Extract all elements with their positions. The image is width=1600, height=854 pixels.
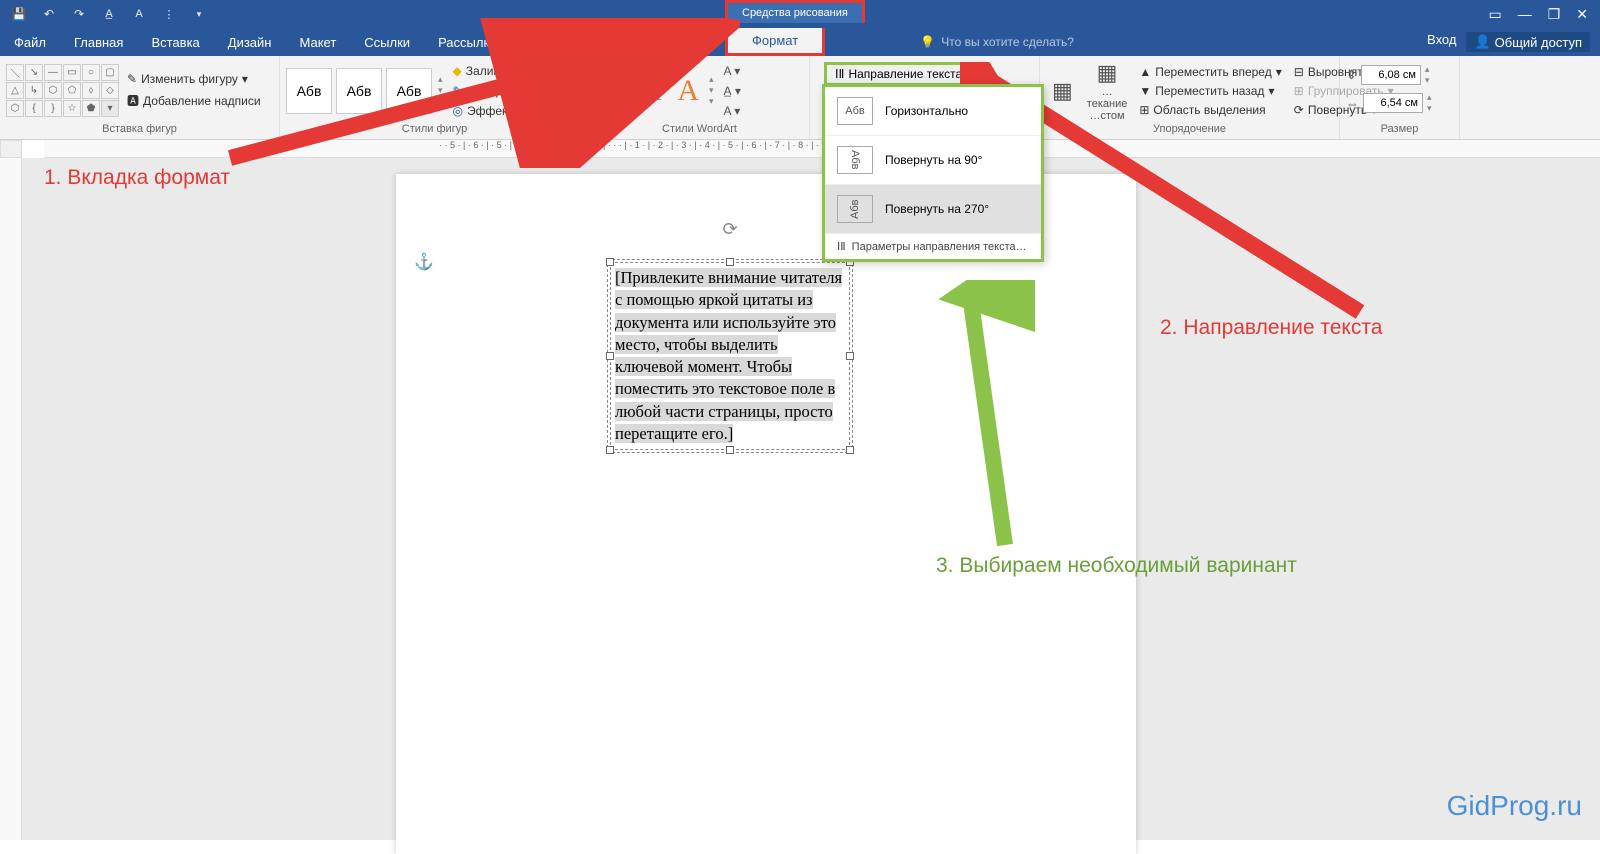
group-label-wordart: Стили WordArt (596, 123, 803, 137)
resize-handle[interactable] (726, 446, 734, 454)
save-icon[interactable]: 💾 (8, 3, 30, 25)
close-icon[interactable]: ✕ (1576, 6, 1588, 23)
annotation-2: 2. Направление текста (1152, 312, 1390, 344)
options-icon: ⅠⅡ (837, 240, 846, 253)
resize-handle[interactable] (606, 352, 614, 360)
shape-fill-button[interactable]: ◆Заливка фи… (449, 62, 582, 80)
width-icon: ⇔ (1346, 96, 1359, 111)
shape-style-preset[interactable]: Абв (286, 68, 332, 114)
maximize-icon[interactable]: ❐ (1548, 6, 1561, 23)
rotate-handle-icon[interactable]: ⟳ (722, 219, 737, 240)
tab-design[interactable]: Дизайн (214, 28, 286, 56)
qat-icon[interactable]: ⋮ (158, 3, 180, 25)
tell-me-search[interactable]: 💡 Что вы хотите сделать? (920, 35, 1074, 49)
text-effects-button[interactable]: A ▾ (724, 104, 741, 118)
minimize-icon[interactable]: — (1518, 6, 1532, 23)
shape-outline-button[interactable]: ✎…игуры ▾ (449, 82, 582, 100)
chevron-down-icon: ▾ (966, 69, 971, 80)
group-label-arrange: Упорядочение (1046, 123, 1333, 137)
qat-icon[interactable]: A̲ (98, 3, 120, 25)
context-tab-drawing-tools[interactable]: Средства рисования (725, 0, 865, 23)
shape-style-preset[interactable]: Абв (336, 68, 382, 114)
wordart-preset[interactable]: A (596, 74, 630, 108)
bring-forward-button[interactable]: ▲ Переместить вперед ▾ (1135, 63, 1285, 81)
tab-insert[interactable]: Вставка (137, 28, 213, 56)
wrap-text-icon[interactable]: ▦ (1097, 60, 1118, 86)
resize-handle[interactable] (606, 446, 614, 454)
ribbon-display-icon[interactable]: ▭ (1488, 6, 1501, 23)
text-direction-icon: ⅠⅡ (835, 67, 844, 81)
text-direction-horizontal[interactable]: Абв Горизонтально (825, 87, 1041, 136)
qat-icon[interactable]: A (128, 3, 150, 25)
text-fill-button[interactable]: A ▾ (724, 64, 741, 78)
shape-effects-button[interactable]: ◎Эффекты фигуры ▾ (449, 102, 582, 120)
resize-handle[interactable] (606, 258, 614, 266)
edit-shape-button[interactable]: ✎Изменить фигуру ▾ (123, 70, 265, 88)
add-caption-button[interactable]: 🅰Добавление надписи (123, 90, 265, 111)
ruler-corner (0, 140, 22, 158)
tab-layout[interactable]: Макет (285, 28, 350, 56)
undo-icon[interactable]: ↶ (38, 3, 60, 25)
redo-icon[interactable]: ↷ (68, 3, 90, 25)
ribbon: ＼↘—▭○▢ △↳⬡⬠⬨◇ ⬡{}☆⬟▾ ✎Изменить фигуру ▾ … (0, 56, 1600, 140)
send-backward-button[interactable]: ▼ Переместить назад ▾ (1135, 82, 1285, 100)
text-direction-button[interactable]: ⅠⅡ Направление текста ▾ (824, 62, 982, 86)
width-input[interactable] (1363, 93, 1423, 113)
sign-in-link[interactable]: Вход (1427, 32, 1456, 52)
watermark: GidProg.ru (1447, 790, 1582, 822)
share-icon: 👤 (1474, 34, 1490, 50)
textbox-icon: 🅰 (127, 92, 139, 109)
quick-access-toolbar: 💾 ↶ ↷ A̲ A ⋮ ▾ (0, 3, 210, 25)
shape-style-preset[interactable]: Абв (386, 68, 432, 114)
lightbulb-icon: 💡 (920, 35, 935, 49)
page[interactable]: ⚓ ⟳ [Привлеките внимание читателя с помо… (396, 174, 1136, 854)
resize-handle[interactable] (846, 352, 854, 360)
qat-more-icon[interactable]: ▾ (188, 3, 210, 25)
text-direction-rotate-270[interactable]: Абв Повернуть на 270° (825, 185, 1041, 234)
document-area: ⚓ ⟳ [Привлеките внимание читателя с помо… (22, 158, 1600, 840)
shapes-gallery[interactable]: ＼↘—▭○▢ △↳⬡⬠⬨◇ ⬡{}☆⬟▾ (6, 64, 119, 117)
text-direction-menu: Абв Горизонтально Абв Повернуть на 90° А… (822, 84, 1044, 262)
text-direction-options[interactable]: ⅠⅡ Параметры направления текста… (825, 234, 1041, 259)
wordart-preset[interactable]: A (671, 74, 705, 108)
tab-mailings[interactable]: Рассылки (424, 28, 510, 56)
tab-format[interactable]: Формат (725, 28, 825, 56)
text-outline-button[interactable]: A̲ ▾ (724, 84, 741, 98)
height-input[interactable] (1361, 65, 1421, 85)
resize-handle[interactable] (846, 446, 854, 454)
height-icon: ⇕ (1346, 67, 1357, 83)
wordart-preset[interactable]: A (634, 74, 668, 108)
tab-file[interactable]: Файл (0, 28, 60, 56)
annotation-1: 1. Вкладка формат (36, 162, 238, 194)
group-label-size: Размер (1346, 123, 1453, 137)
window-controls: ▭ — ❐ ✕ (1488, 6, 1600, 23)
tab-home[interactable]: Главная (60, 28, 137, 56)
ribbon-tabs: Файл Главная Вставка Дизайн Макет Ссылки… (0, 28, 1600, 56)
vertical-ruler[interactable] (0, 158, 22, 840)
tab-view[interactable]: Вид (639, 28, 691, 56)
resize-handle[interactable] (726, 258, 734, 266)
tab-review[interactable]: Рецензирование (510, 28, 638, 56)
text-box[interactable]: ⟳ [Привлеките внимание читателя с помощь… (610, 262, 850, 450)
position-icon[interactable]: ▦ (1052, 78, 1073, 104)
tab-references[interactable]: Ссылки (350, 28, 424, 56)
group-label-shape-styles: Стили фигур (286, 123, 583, 137)
share-button[interactable]: 👤 Общий доступ (1466, 32, 1590, 52)
edit-shape-icon: ✎ (127, 72, 137, 86)
title-bar: 💾 ↶ ↷ A̲ A ⋮ ▾ Текст примера - Word Сред… (0, 0, 1600, 28)
textbox-content[interactable]: [Привлеките внимание читателя с помощью … (615, 268, 842, 443)
group-label-shapes: Вставка фигур (6, 123, 273, 137)
text-direction-rotate-90[interactable]: Абв Повернуть на 90° (825, 136, 1041, 185)
annotation-3: 3. Выбираем необходимый варинант (928, 550, 1305, 582)
selection-pane-button[interactable]: ⊞ Область выделения (1135, 101, 1285, 119)
anchor-icon: ⚓ (414, 252, 434, 272)
